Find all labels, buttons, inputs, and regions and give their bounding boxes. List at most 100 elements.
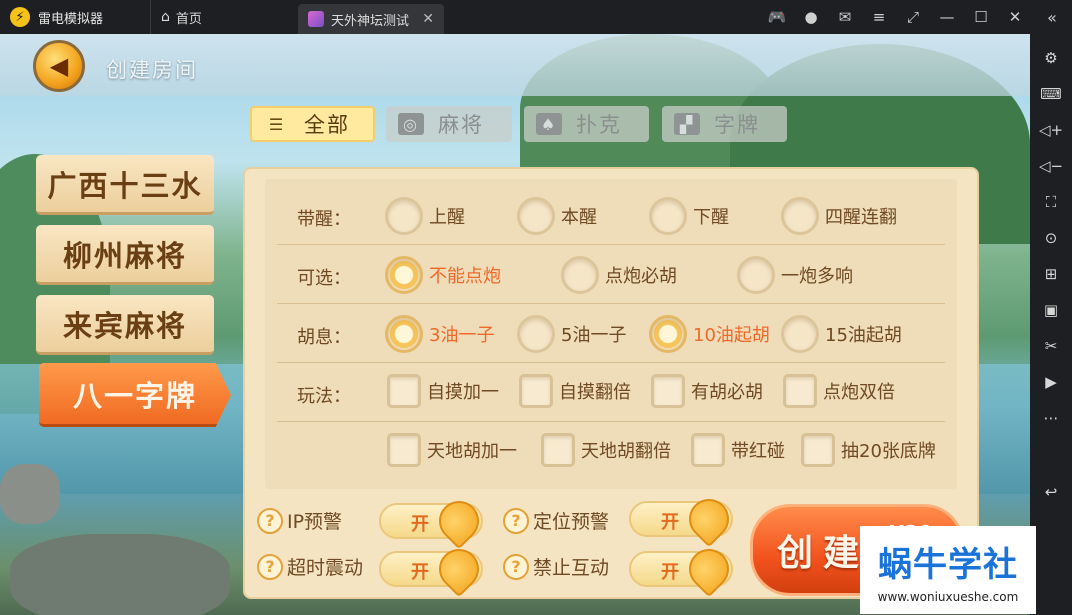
minimize-icon[interactable]: —: [930, 0, 964, 34]
help-question-icon[interactable]: ?: [503, 507, 529, 534]
checkbox[interactable]: [783, 374, 817, 408]
option-label: 带红碰: [731, 441, 785, 462]
radio-button[interactable]: [781, 197, 819, 235]
radio-button-selected[interactable]: [385, 315, 423, 353]
game-item-liuzhou-mahjong[interactable]: 柳州麻将: [36, 225, 214, 285]
option-checkbox[interactable]: 抽20张底牌: [801, 433, 936, 467]
checkbox[interactable]: [691, 433, 725, 467]
checkbox[interactable]: [387, 433, 421, 467]
option-label: 点炮必胡: [605, 266, 677, 287]
tab-poker[interactable]: ♠ 扑克: [524, 106, 649, 142]
game-item-laibin-mahjong[interactable]: 来宾麻将: [36, 295, 214, 355]
radio-button-selected[interactable]: [649, 315, 687, 353]
mail-icon[interactable]: ✉: [828, 0, 862, 34]
keyboard-icon[interactable]: ⌨: [1034, 76, 1068, 112]
background-rock: [0, 464, 60, 524]
radio-button[interactable]: [517, 315, 555, 353]
game-item-guangxi-shisanshui[interactable]: 广西十三水: [36, 155, 214, 215]
rules-scroll-area[interactable]: 带醒： 上醒 本醒 下醒 四醒连翻 可选： 不能点炮 点炮必胡 一炮多响 胡息：…: [265, 179, 957, 489]
list-icon: ☰: [268, 114, 286, 134]
tab-home[interactable]: ⌂ 首页: [150, 0, 290, 34]
switch-ip-warning[interactable]: 开: [379, 492, 488, 550]
option-radio[interactable]: 10油起胡: [649, 315, 770, 353]
option-label: 一炮多响: [781, 266, 853, 287]
record-icon[interactable]: ⊙: [1034, 220, 1068, 256]
checkbox[interactable]: [801, 433, 835, 467]
page-title: 创建房间: [106, 58, 198, 82]
option-radio[interactable]: 四醒连翻: [781, 197, 897, 235]
radio-button-selected[interactable]: [385, 256, 423, 294]
gamepad-icon[interactable]: 🎮: [760, 0, 794, 34]
tab-all[interactable]: ☰ 全部: [250, 106, 375, 142]
user-icon[interactable]: ●: [794, 0, 828, 34]
option-radio[interactable]: 本醒: [517, 197, 597, 235]
option-label: 自摸加一: [427, 382, 499, 403]
switch-state-label: 开: [661, 512, 679, 533]
radio-button[interactable]: [561, 256, 599, 294]
collapse-sidebar-icon[interactable]: «: [1032, 0, 1072, 34]
scissors-icon[interactable]: ✂: [1034, 328, 1068, 364]
apk-install-icon[interactable]: ▣: [1034, 292, 1068, 328]
tab-game[interactable]: 天外神坛测试 ✕: [298, 4, 444, 34]
toggle-disable-interaction: ? 禁止互动: [503, 553, 609, 580]
checkbox[interactable]: [541, 433, 575, 467]
add-screen-icon[interactable]: ⊞: [1034, 256, 1068, 292]
option-checkbox[interactable]: 点炮双倍: [783, 374, 895, 408]
volume-down-icon[interactable]: ◁−: [1034, 148, 1068, 184]
option-checkbox[interactable]: 有胡必胡: [651, 374, 763, 408]
option-checkbox[interactable]: 天地胡翻倍: [541, 433, 671, 467]
checkbox[interactable]: [651, 374, 685, 408]
settings-gear-icon[interactable]: ⚙: [1034, 40, 1068, 76]
radio-button[interactable]: [649, 197, 687, 235]
checkbox[interactable]: [519, 374, 553, 408]
radio-button[interactable]: [517, 197, 555, 235]
menu-icon[interactable]: ≡: [862, 0, 896, 34]
radio-button[interactable]: [385, 197, 423, 235]
volume-up-icon[interactable]: ◁+: [1034, 112, 1068, 148]
option-radio[interactable]: 15油起胡: [781, 315, 902, 353]
toggle-timeout-vibrate: ? 超时震动: [257, 553, 363, 580]
close-window-icon[interactable]: ✕: [998, 0, 1032, 34]
switch-knob: [430, 540, 488, 598]
tab-zipai[interactable]: ▞ 字牌: [662, 106, 787, 142]
fullscreen-icon[interactable]: ⛶: [1034, 184, 1068, 220]
help-question-icon[interactable]: ?: [503, 553, 529, 580]
tab-close-icon[interactable]: ✕: [422, 11, 434, 27]
game-item-bayi-zipai[interactable]: 八一字牌: [39, 363, 231, 427]
switch-disable-interaction[interactable]: 开: [629, 540, 738, 598]
emulator-toolbar: ⚙ ⌨ ◁+ ◁− ⛶ ⊙ ⊞ ▣ ✂ ▶ ⋯ ↩: [1030, 34, 1072, 615]
help-question-icon[interactable]: ?: [257, 507, 283, 534]
option-radio[interactable]: 一炮多响: [737, 256, 853, 294]
maximize-icon[interactable]: ☐: [964, 0, 998, 34]
help-question-icon[interactable]: ?: [257, 553, 283, 580]
toggle-label: 定位预警: [533, 511, 610, 533]
tab-zipai-label: 字牌: [714, 113, 760, 137]
radio-button[interactable]: [737, 256, 775, 294]
option-checkbox[interactable]: 自摸加一: [387, 374, 499, 408]
option-label: 天地胡加一: [427, 441, 517, 462]
tab-mahjong[interactable]: ◎ 麻将: [386, 106, 512, 142]
radio-button[interactable]: [781, 315, 819, 353]
option-radio[interactable]: 上醒: [385, 197, 465, 235]
option-radio[interactable]: 不能点炮: [385, 256, 501, 294]
switch-state-label: 开: [411, 514, 429, 535]
option-checkbox[interactable]: 带红碰: [691, 433, 785, 467]
tab-poker-label: 扑克: [576, 113, 622, 137]
switch-location-warning[interactable]: 开: [629, 490, 738, 548]
more-icon[interactable]: ⋯: [1034, 400, 1068, 436]
option-radio[interactable]: 3油一子: [385, 315, 494, 353]
switch-timeout-vibrate[interactable]: 开: [379, 540, 488, 598]
back-button[interactable]: ◀: [33, 40, 85, 92]
tab-game-label: 天外神坛测试: [331, 13, 410, 29]
screen-icon[interactable]: ⤢: [896, 0, 930, 34]
option-radio[interactable]: 5油一子: [517, 315, 626, 353]
video-icon[interactable]: ▶: [1034, 364, 1068, 400]
option-radio[interactable]: 点炮必胡: [561, 256, 677, 294]
option-radio[interactable]: 下醒: [649, 197, 729, 235]
checkbox[interactable]: [387, 374, 421, 408]
option-checkbox[interactable]: 自摸翻倍: [519, 374, 631, 408]
back-arrow-icon[interactable]: ↩: [1034, 474, 1068, 510]
tab-mahjong-label: 麻将: [438, 113, 484, 137]
option-checkbox[interactable]: 天地胡加一: [387, 433, 517, 467]
rule-label: 胡息：: [297, 327, 351, 348]
